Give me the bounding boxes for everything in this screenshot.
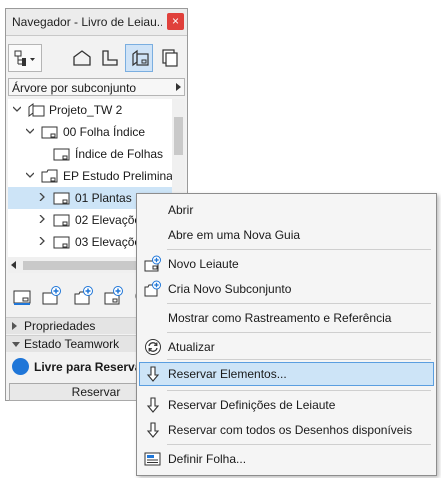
menu-separator	[167, 303, 431, 304]
subset-icon	[41, 126, 58, 139]
section-label: Propriedades	[24, 319, 96, 333]
view-map-icon	[102, 50, 118, 66]
menu-item-reserve-with-drawings[interactable]: Reservar com todos os Desenhos disponíve…	[139, 418, 434, 442]
tree-item-label: Índice de Folhas	[75, 147, 164, 161]
chevron-down-icon	[26, 172, 34, 178]
subset-icon	[53, 192, 70, 205]
menu-item-label: Reservar Elementos...	[168, 367, 287, 381]
menu-item-reserve-elements[interactable]: Reservar Elementos...	[139, 362, 434, 386]
new-layout-icon[interactable]	[12, 285, 34, 307]
publisher-sets-icon	[162, 49, 178, 67]
subset-icon	[53, 214, 70, 227]
menu-item-label: Mostrar como Rastreamento e Referência	[168, 311, 392, 325]
tree-view-selector[interactable]: Árvore por subconjunto	[8, 78, 185, 96]
menu-item-open[interactable]: Abrir	[139, 198, 434, 222]
tree-row-subset[interactable]: 00 Folha Índice	[8, 121, 172, 143]
view-map-button[interactable]	[96, 44, 124, 72]
menu-item-label: Cria Novo Subconjunto	[168, 282, 292, 296]
menu-separator	[167, 444, 431, 445]
layout-book-icon	[132, 49, 149, 67]
menu-item-open-new-tab[interactable]: Abre em uma Nova Guia	[139, 223, 434, 247]
menu-item-label: Abrir	[168, 203, 194, 217]
expand-right-icon	[12, 322, 17, 330]
project-map-button[interactable]	[68, 44, 96, 72]
section-label: Estado Teamwork	[24, 337, 120, 351]
panel-titlebar[interactable]: Navegador - Livro de Leiau... ×	[6, 9, 187, 36]
menu-item-new-subset[interactable]: Cria Novo Subconjunto	[139, 277, 434, 301]
menu-item-label: Abre em uma Nova Guia	[168, 228, 301, 242]
publisher-sets-button[interactable]	[156, 44, 184, 72]
chevron-right-icon	[39, 215, 45, 223]
new-layout-icon	[144, 255, 161, 272]
menu-item-reserve-layout-settings[interactable]: Reservar Definições de Leiaute	[139, 393, 434, 417]
project-map-icon	[73, 50, 91, 66]
layout-icon	[53, 148, 70, 161]
reserve-arrow-icon	[146, 366, 160, 382]
menu-separator	[167, 332, 431, 333]
subset-icon	[53, 236, 70, 249]
reserve-arrow-icon	[146, 422, 160, 438]
chevron-down-icon	[13, 106, 21, 112]
new-subset-folder-icon[interactable]	[73, 285, 95, 307]
tree-row-subset[interactable]: EP Estudo Preliminar	[8, 165, 172, 187]
define-sheet-icon	[144, 452, 161, 466]
new-subset-icon[interactable]	[41, 285, 63, 307]
tree-chooser-button[interactable]	[8, 44, 42, 72]
tree-chooser-icon	[14, 50, 35, 66]
menu-item-show-as-trace[interactable]: Mostrar como Rastreamento e Referência	[139, 306, 434, 330]
scroll-left-arrow-icon[interactable]	[11, 261, 16, 269]
status-label: Livre para Reserva	[34, 360, 142, 374]
context-menu: Abrir Abre em uma Nova Guia Novo Leiaute…	[136, 193, 437, 476]
menu-item-label: Reservar Definições de Leiaute	[168, 398, 336, 412]
menu-item-new-layout[interactable]: Novo Leiaute	[139, 252, 434, 276]
refresh-icon	[145, 339, 161, 355]
tree-item-label: EP Estudo Preliminar	[63, 169, 172, 183]
menu-item-label: Reservar com todos os Desenhos disponíve…	[168, 423, 413, 437]
menu-item-label: Atualizar	[168, 340, 215, 354]
menu-separator	[167, 359, 431, 360]
chevron-down-icon	[26, 128, 34, 134]
menu-item-label: Novo Leiaute	[168, 257, 239, 271]
new-independent-layout-icon[interactable]	[103, 285, 125, 307]
status-dot-icon	[12, 358, 29, 375]
chevron-right-icon	[39, 237, 45, 245]
collapse-down-icon	[12, 342, 20, 347]
menu-item-label: Definir Folha...	[168, 452, 247, 466]
menu-item-refresh[interactable]: Atualizar	[139, 335, 434, 359]
tree-row-layout[interactable]: Índice de Folhas	[8, 143, 172, 165]
reserve-arrow-icon	[146, 397, 160, 413]
new-subset-icon	[144, 280, 161, 297]
chevron-right-icon	[176, 83, 181, 91]
menu-item-define-sheet[interactable]: Definir Folha...	[139, 447, 434, 471]
subset-folder-icon	[41, 169, 58, 183]
tree-item-label: 00 Folha Índice	[63, 125, 146, 139]
close-button[interactable]: ×	[167, 13, 184, 30]
menu-separator	[167, 249, 431, 250]
project-icon	[28, 103, 45, 117]
tree-item-label: Projeto_TW 2	[49, 103, 123, 117]
navigator-toolbar	[6, 44, 187, 76]
layout-book-button[interactable]	[125, 44, 153, 72]
scroll-thumb[interactable]	[174, 117, 183, 155]
menu-separator	[167, 390, 431, 391]
tree-item-label: 01 Plantas	[75, 191, 132, 205]
panel-title: Navegador - Livro de Leiau...	[12, 15, 162, 29]
chevron-right-icon	[39, 193, 45, 201]
tree-row-project[interactable]: Projeto_TW 2	[8, 99, 172, 121]
tree-view-label: Árvore por subconjunto	[12, 81, 137, 95]
